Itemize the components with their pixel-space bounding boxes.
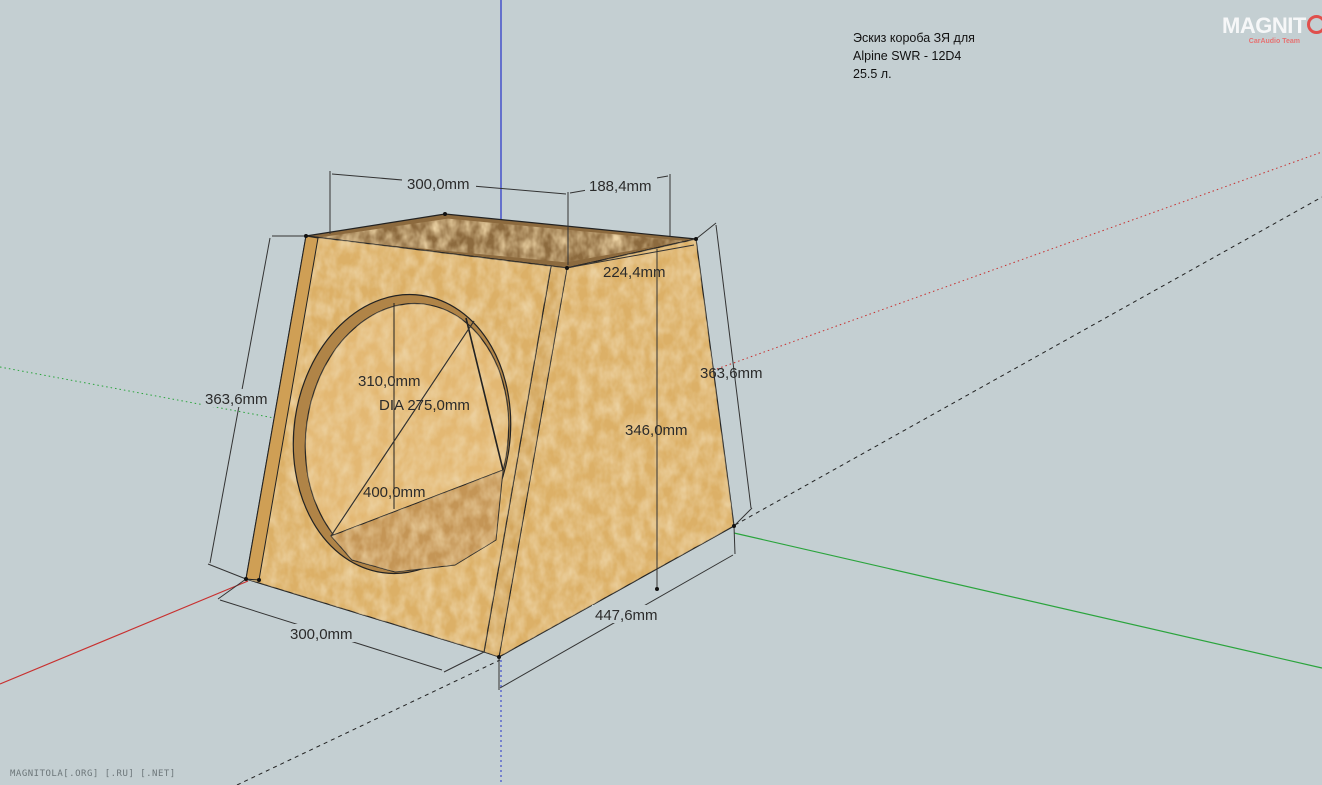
title-line-1: Эскиз короба ЗЯ для [853, 31, 975, 45]
magnitola-logo: MAGNITLA CarAudio Team [1222, 14, 1322, 54]
dim-bottom-depth: 447,6mm [595, 607, 658, 624]
dim-top-inner-depth: 224,4mm [603, 264, 666, 281]
title-line-3: 25.5 л. [853, 67, 892, 81]
dim-right-height: 363,6mm [700, 365, 763, 382]
title-line-2: Alpine SWR - 12D4 [853, 49, 962, 63]
viewport[interactable]: 300,0mm 188,4mm 224,4mm 363,6mm 363,6mm … [0, 0, 1322, 785]
site-watermark: MAGNITOLA[.ORG] [.RU] [.NET] [10, 769, 176, 779]
axis-green [733, 532, 1322, 669]
dim-speaker-dia: DIA 275,0mm [379, 397, 470, 414]
dim-inner-height: 346,0mm [625, 422, 688, 439]
dim-left-height: 363,6mm [205, 391, 268, 408]
axis-black-dashed-2 [734, 196, 1322, 526]
logo-ring-icon [1306, 15, 1322, 34]
sketch-title-block: Эскиз короба ЗЯ для Alpine SWR - 12D4 25… [853, 29, 975, 83]
axis-black-dashed [236, 659, 501, 785]
dim-port-height: 310,0mm [358, 373, 421, 390]
logo-subtitle: CarAudio Team [1248, 38, 1300, 45]
dim-port-width: 400,0mm [363, 484, 426, 501]
logo-text: MAGNITLA [1222, 14, 1322, 38]
dim-top-front-width: 300,0mm [407, 176, 470, 193]
box-sketch-scene: 300,0mm 188,4mm 224,4mm 363,6mm 363,6mm … [0, 0, 1322, 785]
dim-bottom-front-width: 300,0mm [290, 626, 353, 643]
axis-red [0, 580, 249, 685]
dim-top-side-depth: 188,4mm [589, 178, 652, 195]
axis-red-dotted [699, 151, 1322, 376]
